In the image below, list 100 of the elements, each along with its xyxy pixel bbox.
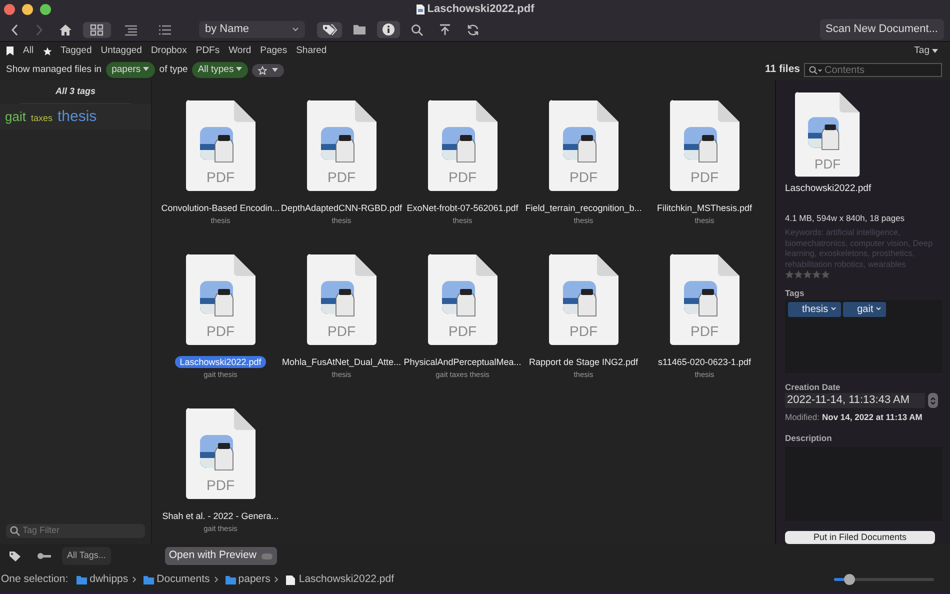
open-button[interactable]: Open with Preview (164, 547, 278, 565)
file-info: 4.1 MB, 594w x 840h, 18 pages (785, 212, 906, 225)
zoom-button[interactable] (40, 4, 51, 15)
pdf-document-icon (186, 254, 256, 346)
file-count: 11 files (764, 62, 800, 78)
bookmark-icon[interactable] (6, 46, 14, 56)
info-button[interactable] (377, 21, 400, 38)
file-type-label: PDF (206, 478, 236, 492)
star-icon[interactable] (42, 46, 52, 56)
document-icon (416, 4, 425, 14)
file-name: Laschowski2022.pdf (785, 182, 872, 196)
tag-token[interactable]: gait (843, 302, 886, 317)
key-icon (37, 552, 51, 560)
file-type-label: PDF (568, 324, 598, 338)
file-name[interactable]: Shah et al. - 2022 - Genera... (157, 510, 284, 522)
path-item[interactable]: Documents (143, 572, 210, 588)
pdf-document-icon (670, 254, 740, 346)
file-name[interactable]: Laschowski2022.pdf (174, 356, 266, 368)
pdf-document-icon (186, 100, 256, 192)
folder-dropdown[interactable]: papers (106, 62, 156, 78)
search-icon (411, 24, 423, 36)
caret-icon (236, 67, 242, 72)
section-label: Creation Date (785, 380, 842, 394)
pdf-document-icon (548, 100, 618, 192)
file-type-label: PDF (326, 170, 356, 184)
tag-menu[interactable]: Tag (914, 44, 938, 58)
chevron-down-icon (830, 307, 836, 312)
up-down-arrows-icon (930, 396, 936, 406)
slider-thumb[interactable] (844, 574, 855, 585)
tag-link[interactable]: gait (5, 106, 26, 126)
path-item[interactable]: dwhipps (76, 572, 128, 588)
file-type-label: PDF (690, 324, 720, 338)
search-icon (10, 526, 20, 536)
type-dropdown[interactable]: All types (192, 62, 248, 78)
label: Modified: (785, 411, 820, 424)
chevron-right-icon (274, 576, 280, 583)
file-name[interactable]: Rapport de Stage ING2.pdf (524, 356, 644, 368)
label: of type (159, 62, 188, 77)
tag-filter-input[interactable]: Tag Filter (22, 524, 132, 538)
file-type-label: PDF (568, 170, 598, 184)
file-button[interactable]: Put in Filed Documents (785, 531, 935, 544)
caret-icon (932, 49, 938, 53)
filter-link[interactable]: Shared (296, 44, 327, 58)
chevron-down-icon (876, 307, 881, 312)
star-icon (803, 270, 812, 279)
search-icon (809, 66, 822, 74)
star-icon (821, 270, 830, 279)
pdf-document-icon (428, 254, 498, 346)
folder-icon (224, 574, 236, 584)
filter-link[interactable]: Pages (260, 44, 288, 58)
toggle-icon (261, 552, 274, 560)
star-rating[interactable] (785, 270, 830, 279)
close-button[interactable] (4, 4, 15, 15)
tag-link[interactable]: thesis (57, 106, 97, 128)
pdf-document-icon (306, 254, 376, 346)
pdf-document-icon (548, 254, 618, 346)
path-item[interactable]: Laschowski2022.pdf (285, 572, 394, 588)
rating-dropdown[interactable] (252, 64, 284, 76)
chevron-right-icon (214, 576, 219, 583)
chevron-down-icon (292, 27, 299, 32)
forward-icon (35, 24, 43, 36)
file-type-label: PDF (448, 170, 478, 184)
filter-link[interactable]: PDFs (196, 44, 220, 58)
file-type-label: PDF (206, 170, 236, 184)
outline-view-icon (124, 24, 138, 36)
sort-dropdown[interactable]: by Name (199, 21, 305, 38)
filter-link[interactable]: Word (228, 44, 252, 58)
filter-link[interactable]: Tagged (60, 44, 92, 58)
back-icon (11, 24, 19, 36)
file-name[interactable]: PhysicalAndPerceptualMea... (398, 356, 526, 368)
search-input[interactable]: Contents (824, 62, 934, 78)
filter-link[interactable]: All (23, 44, 34, 58)
scan-button[interactable]: Scan New Document... (820, 19, 944, 40)
all-tags-button[interactable]: All Tags... (62, 547, 111, 565)
caret-icon (272, 68, 278, 72)
path-item[interactable]: papers (224, 572, 270, 588)
view-toggle[interactable] (83, 22, 111, 38)
tag-filter-field[interactable]: Tag Filter (6, 524, 145, 538)
file-type-label: PDF (206, 324, 236, 338)
star-icon (794, 270, 803, 279)
file-type-label: PDF (690, 170, 720, 184)
file-name[interactable]: s11465-020-0623-1.pdf (653, 356, 756, 368)
tag-link[interactable]: taxes (30, 112, 52, 125)
filter-link[interactable]: Dropbox (150, 44, 187, 58)
scroll-to-top-icon (439, 24, 451, 36)
file-name[interactable]: Filitchkin_MSThesis.pdf (652, 202, 758, 214)
sort-label: by Name (205, 22, 250, 38)
stepper[interactable] (928, 393, 938, 408)
document-icon (285, 574, 296, 584)
folder-icon (143, 574, 154, 584)
pdf-document-icon (795, 92, 860, 178)
tags-button[interactable] (317, 22, 342, 38)
star-icon (785, 270, 794, 279)
tags-icon (322, 24, 337, 36)
tag-token[interactable]: thesis (788, 302, 841, 317)
filter-link[interactable]: Untagged (100, 44, 142, 58)
minimize-button[interactable] (22, 4, 33, 15)
search-field[interactable]: Contents (804, 63, 942, 77)
date-field[interactable]: 2022-11-14, 11:13:43 AM (785, 393, 925, 408)
caret-icon (143, 67, 150, 72)
